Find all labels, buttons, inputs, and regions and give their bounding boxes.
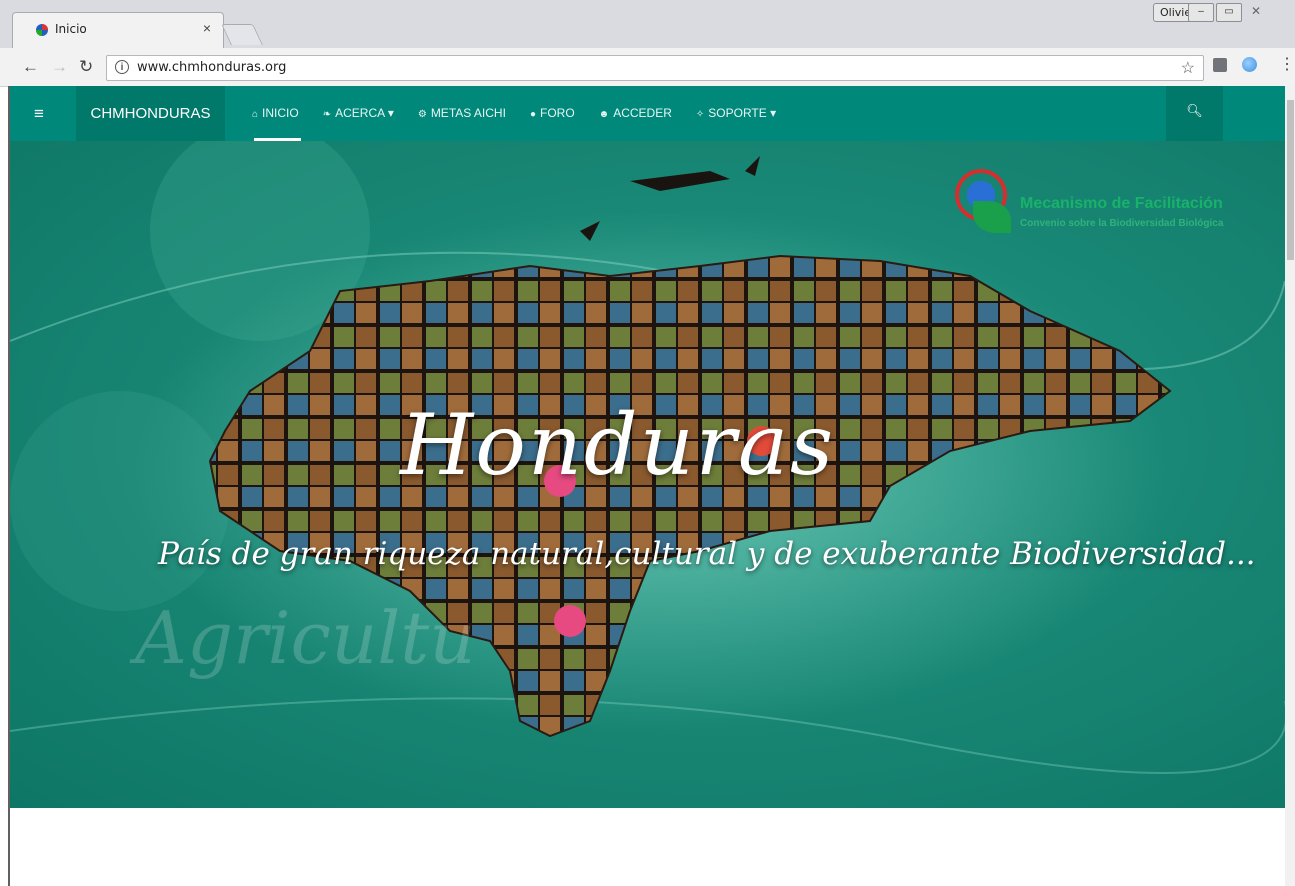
- url-text[interactable]: www.chmhonduras.org: [137, 60, 286, 75]
- nav-item-inicio[interactable]: ⌂ INICIO: [252, 86, 301, 141]
- nav-item-metas-aichi[interactable]: ⚙ METAS AICHI: [418, 86, 506, 141]
- nav-label: SOPORTE: [708, 106, 767, 120]
- hero-background-word: Agricultu: [135, 596, 476, 680]
- flower-photo: [554, 605, 586, 637]
- tab-close-icon[interactable]: ×: [203, 20, 211, 36]
- nav-item-acceder[interactable]: ☻ ACCEDER: [599, 86, 672, 141]
- back-arrow-icon[interactable]: ←: [22, 57, 39, 77]
- minimize-icon[interactable]: –: [1188, 3, 1214, 22]
- forward-arrow-icon[interactable]: →: [51, 57, 68, 77]
- window-controls: – ▭ ✕: [1186, 3, 1268, 22]
- extension-icon[interactable]: [1213, 58, 1227, 72]
- site-navbar: ≡ CHMHONDURAS ⌂ INICIO ❧ ACERCA ▾ ⚙ METAS A…: [10, 86, 1285, 141]
- reload-icon[interactable]: ↻: [79, 57, 93, 77]
- site-favicon-icon: [36, 24, 48, 36]
- browser-tab[interactable]: Inicio ×: [12, 12, 224, 49]
- info-icon[interactable]: i: [115, 60, 129, 74]
- web-page: ≡ CHMHONDURAS ⌂ INICIO ❧ ACERCA ▾ ⚙ METAS A…: [10, 86, 1285, 886]
- hero-banner: Mecanismo de Facilitación Convenio sobre…: [10, 141, 1285, 808]
- logo-title: Mecanismo de Facilitación: [1020, 195, 1223, 212]
- nav-links: ⌂ INICIO ❧ ACERCA ▾ ⚙ METAS AICHI ● FORO ☻ AC…: [252, 86, 800, 141]
- leaf-icon: ❧: [322, 109, 332, 120]
- star-icon[interactable]: ☆: [1181, 58, 1195, 78]
- nav-label: FORO: [539, 106, 575, 120]
- site-brand[interactable]: CHMHONDURAS: [76, 86, 225, 141]
- browser-toolbar: ← → ↻ i www.chmhonduras.org ☆: [0, 48, 1295, 87]
- nav-item-acerca[interactable]: ❧ ACERCA ▾: [323, 86, 394, 141]
- maximize-icon[interactable]: ▭: [1216, 3, 1242, 22]
- hero-title: Honduras: [400, 396, 836, 494]
- close-window-icon[interactable]: ✕: [1244, 3, 1268, 20]
- cogs-icon: ⚙: [417, 109, 427, 120]
- nav-label: METAS AICHI: [430, 106, 506, 120]
- hero-subtitle: País de gran riqueza natural,cultural y …: [158, 536, 1256, 572]
- new-tab-button[interactable]: [221, 24, 263, 45]
- support-icon: ✧: [695, 109, 705, 120]
- caret-down-icon: ▾: [387, 106, 394, 120]
- address-bar[interactable]: i www.chmhonduras.org ☆: [106, 55, 1204, 81]
- caret-down-icon: ▾: [770, 106, 777, 120]
- home-icon: ⌂: [252, 109, 259, 120]
- nav-label: ACERCA: [335, 106, 385, 120]
- users-icon: ☻: [598, 109, 610, 120]
- menu-dots-icon[interactable]: ⋮: [1279, 54, 1295, 74]
- logo-subtitle: Convenio sobre la Biodiversidad Biológic…: [1020, 218, 1224, 229]
- nav-item-foro[interactable]: ● FORO: [530, 86, 575, 141]
- tab-title: Inicio: [55, 22, 87, 36]
- browser-titlebar: Inicio × Olivier – ▭ ✕: [0, 0, 1295, 49]
- extension-globe-icon[interactable]: [1242, 57, 1257, 72]
- comment-icon: ●: [529, 109, 536, 120]
- hamburger-menu-icon[interactable]: ≡: [10, 86, 68, 141]
- scrollbar-thumb[interactable]: [1287, 100, 1294, 260]
- search-icon[interactable]: 🔍︎: [1166, 86, 1223, 141]
- nav-label: ACCEDER: [613, 106, 672, 120]
- nav-label: INICIO: [262, 106, 299, 120]
- nav-item-soporte[interactable]: ✧ SOPORTE ▾: [696, 86, 776, 141]
